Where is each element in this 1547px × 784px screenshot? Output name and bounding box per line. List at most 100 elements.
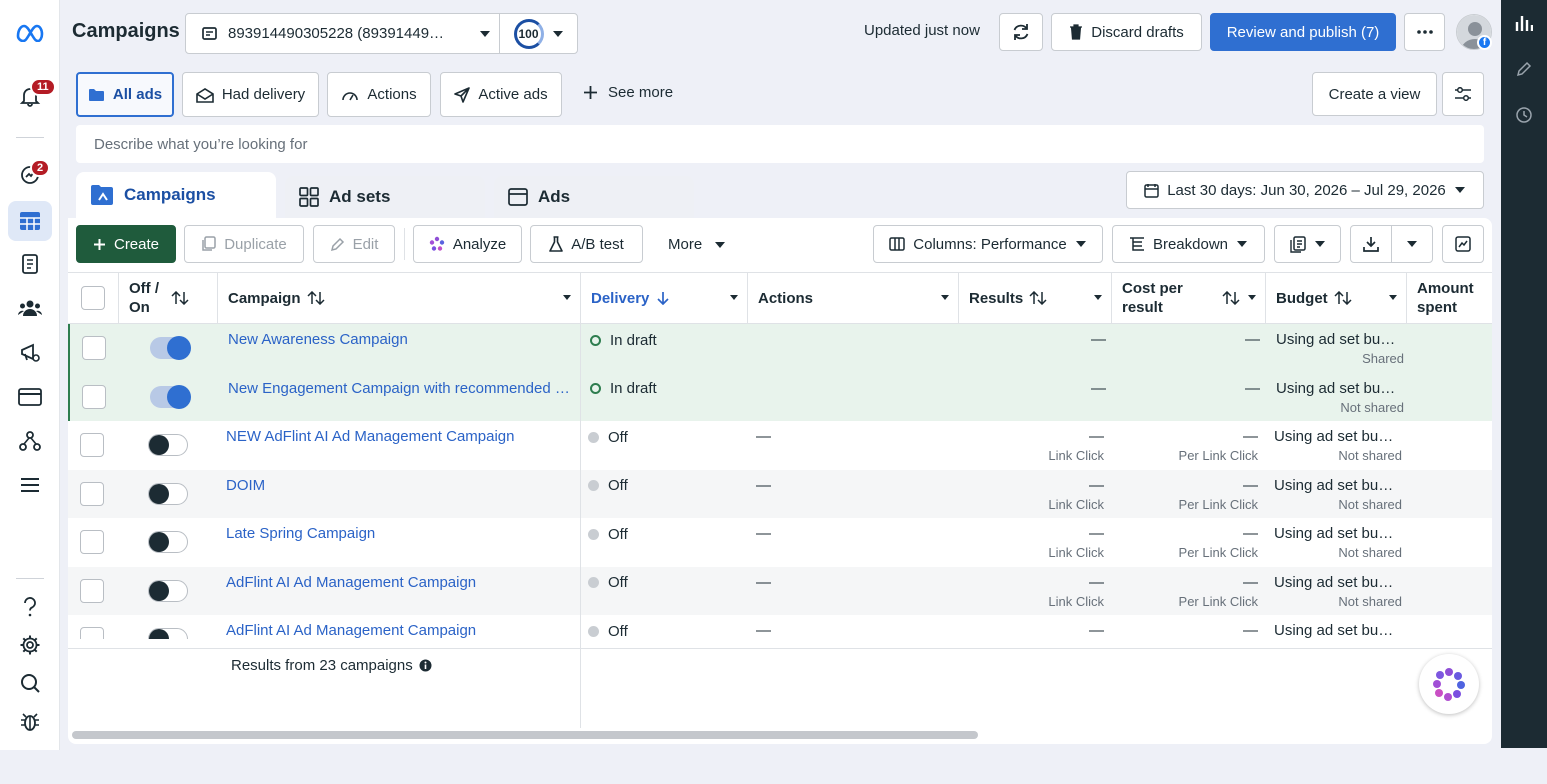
column-menu-caret-icon[interactable] xyxy=(1388,294,1398,301)
campaign-toggle[interactable] xyxy=(150,384,191,409)
column-menu-caret-icon[interactable] xyxy=(1247,294,1257,301)
row-checkbox[interactable] xyxy=(80,627,104,639)
view-all-ads-button[interactable]: All ads xyxy=(76,72,174,117)
row-checkbox[interactable] xyxy=(82,384,106,409)
view-actions-button[interactable]: Actions xyxy=(327,72,431,117)
budget-subtext: Not shared xyxy=(1340,399,1404,415)
search-input[interactable]: Describe what you’re looking for xyxy=(76,125,1484,163)
campaign-name-link[interactable]: New Engagement Campaign with recommended… xyxy=(228,380,573,422)
table-row[interactable]: AdFlint AI Ad Management CampaignOff——Li… xyxy=(68,615,1492,639)
campaign-toggle[interactable] xyxy=(148,482,188,505)
view-had-delivery-button[interactable]: Had delivery xyxy=(182,72,319,117)
row-checkbox[interactable] xyxy=(82,336,106,360)
campaign-name-link[interactable]: AdFlint AI Ad Management Campaign xyxy=(226,622,571,639)
table-row[interactable]: AdFlint AI Ad Management CampaignOff——Li… xyxy=(68,566,1492,616)
column-header-budget[interactable]: Budget xyxy=(1266,273,1407,323)
analyze-button[interactable]: Analyze xyxy=(413,225,522,263)
history-clock-icon[interactable] xyxy=(1512,103,1536,127)
info-icon[interactable] xyxy=(419,659,432,672)
columns-dropdown[interactable]: Columns: Performance xyxy=(873,225,1103,263)
account-overview-icon[interactable]: 2 xyxy=(8,155,52,195)
select-all-checkbox[interactable] xyxy=(81,286,105,310)
column-menu-caret-icon[interactable] xyxy=(562,294,572,301)
more-dropdown[interactable]: More xyxy=(668,236,726,253)
sort-descending-icon[interactable] xyxy=(657,291,669,305)
campaign-name-link[interactable]: DOIM xyxy=(226,477,571,519)
duplicate-button[interactable]: Duplicate xyxy=(184,225,304,263)
export-options-dropdown[interactable] xyxy=(1391,225,1433,263)
all-tools-menu-icon[interactable] xyxy=(8,465,52,505)
create-view-button[interactable]: Create a view xyxy=(1312,72,1437,116)
sort-icon[interactable] xyxy=(1029,291,1047,305)
documents-icon[interactable] xyxy=(8,244,52,284)
column-menu-caret-icon[interactable] xyxy=(1093,294,1103,301)
column-header-cost-per-result[interactable]: Cost per result xyxy=(1112,273,1266,323)
date-range-picker[interactable]: Last 30 days: Jun 30, 2026 – Jul 29, 202… xyxy=(1126,171,1484,209)
edit-button[interactable]: Edit xyxy=(313,225,395,263)
campaign-toggle[interactable] xyxy=(148,579,188,602)
column-header-delivery[interactable]: Delivery xyxy=(581,273,748,323)
campaign-name-link[interactable]: NEW AdFlint AI Ad Management Campaign xyxy=(226,428,571,470)
campaign-toggle[interactable] xyxy=(148,434,188,456)
see-more-button[interactable]: See more xyxy=(583,84,673,101)
account-score-selector[interactable]: 100 xyxy=(499,13,578,54)
charts-toggle-button[interactable] xyxy=(1442,225,1484,263)
table-row[interactable]: NEW AdFlint AI Ad Management Campaign Off… xyxy=(68,421,1492,470)
campaign-name-link[interactable]: New Awareness Campaign xyxy=(228,331,573,373)
billing-icon[interactable] xyxy=(8,377,52,417)
row-checkbox[interactable] xyxy=(80,578,104,603)
horizontal-scrollbar[interactable] xyxy=(72,731,978,739)
ads-manager-icon[interactable] xyxy=(8,332,52,372)
campaign-toggle[interactable] xyxy=(148,628,188,639)
bar-chart-icon[interactable] xyxy=(1512,11,1536,35)
sort-icon[interactable] xyxy=(1334,291,1352,305)
export-button[interactable] xyxy=(1350,225,1392,263)
column-header-actions[interactable]: Actions xyxy=(748,273,959,323)
sort-icon[interactable] xyxy=(171,291,189,305)
column-header-off-on[interactable]: Off / On xyxy=(119,273,218,323)
settings-gear-icon[interactable] xyxy=(8,625,52,665)
notifications-icon[interactable]: 11 xyxy=(8,76,56,116)
sort-icon[interactable] xyxy=(1222,291,1240,305)
ad-account-selector[interactable]: 893914490305228 (89391449… xyxy=(185,13,500,54)
reports-dropdown[interactable] xyxy=(1274,225,1341,263)
discard-drafts-button[interactable]: Discard drafts xyxy=(1051,13,1202,51)
row-checkbox[interactable] xyxy=(80,481,104,506)
help-icon[interactable] xyxy=(8,587,52,627)
report-bug-icon[interactable] xyxy=(8,702,52,742)
search-icon[interactable] xyxy=(8,663,52,703)
campaign-name-link[interactable]: Late Spring Campaign xyxy=(226,525,571,567)
row-checkbox[interactable] xyxy=(80,433,104,457)
view-settings-button[interactable] xyxy=(1442,72,1484,116)
campaign-toggle[interactable] xyxy=(150,336,191,360)
table-row[interactable]: New Awareness Campaign In draft — — Using ad… xyxy=(68,324,1492,373)
tab-ad-sets[interactable]: Ad sets xyxy=(285,176,485,218)
campaign-name-link[interactable]: AdFlint AI Ad Management Campaign xyxy=(226,574,571,616)
ai-assistant-button[interactable] xyxy=(1419,654,1479,714)
column-menu-caret-icon[interactable] xyxy=(729,294,739,301)
column-header-campaign[interactable]: Campaign xyxy=(218,273,581,323)
tab-ads[interactable]: Ads xyxy=(494,176,694,218)
audiences-icon[interactable] xyxy=(8,288,52,328)
review-and-publish-button[interactable]: Review and publish (7) xyxy=(1210,13,1396,51)
create-button[interactable]: Create xyxy=(76,225,176,263)
table-row[interactable]: New Engagement Campaign with recommended… xyxy=(68,372,1492,422)
more-options-button[interactable] xyxy=(1404,13,1445,51)
campaign-toggle[interactable] xyxy=(148,531,188,553)
business-graph-icon[interactable] xyxy=(8,421,52,461)
meta-logo-icon[interactable] xyxy=(8,12,52,52)
campaigns-table-icon[interactable] xyxy=(8,201,52,241)
column-menu-caret-icon[interactable] xyxy=(940,294,950,301)
tab-campaigns[interactable]: Campaigns xyxy=(76,172,276,218)
column-header-amount-spent[interactable]: Amount spent xyxy=(1407,273,1492,323)
pencil-icon[interactable] xyxy=(1512,57,1536,81)
breakdown-dropdown[interactable]: Breakdown xyxy=(1112,225,1265,263)
row-checkbox[interactable] xyxy=(80,530,104,554)
table-row[interactable]: DOIM Off — — Link Click — Per Link Click Using … xyxy=(68,469,1492,519)
refresh-button[interactable] xyxy=(999,13,1043,51)
view-active-ads-button[interactable]: Active ads xyxy=(440,72,562,117)
column-header-results[interactable]: Results xyxy=(959,273,1112,323)
ab-test-button[interactable]: A/B test xyxy=(530,225,643,263)
sort-icon[interactable] xyxy=(306,291,325,305)
table-row[interactable]: Late Spring Campaign Off — — Link Click — Per … xyxy=(68,518,1492,567)
